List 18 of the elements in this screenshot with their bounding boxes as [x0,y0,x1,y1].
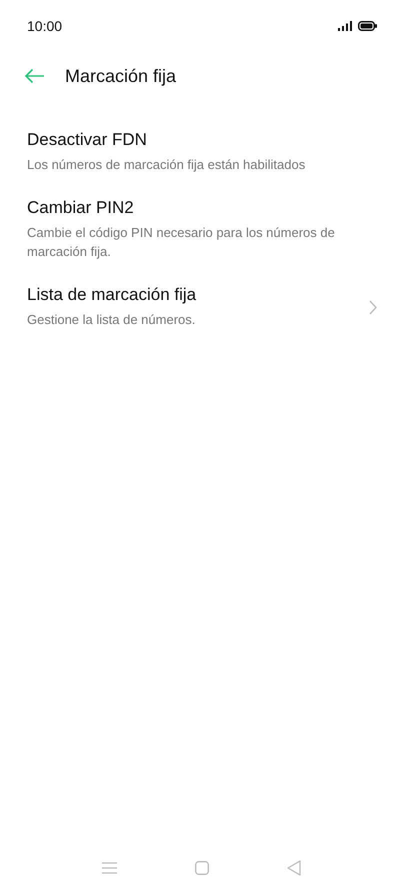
chevron-icon [369,300,377,314]
settings-item[interactable]: Cambiar PIN2 Cambie el código PIN necesario para los números de marcación fija. [0,186,403,273]
home-button[interactable] [195,861,209,875]
item-title: Cambiar PIN2 [27,198,135,218]
item-description: Cambie el código PIN necesario para los números de marcación fija. [27,224,336,261]
item-title: Lista de marcación fija [27,285,198,305]
settings-item[interactable]: Desactivar FDN Los números de marcación fija están habilitados [0,118,403,186]
signal-icon [338,21,352,31]
back-nav-button[interactable] [287,860,301,876]
item-title: Desactivar FDN [27,130,148,150]
menu-button[interactable] [102,862,117,874]
settings-item[interactable]: Lista de marcación fija Gestione la lista de números. [0,273,403,341]
battery-icon [358,21,377,31]
item-description: Gestione la lista de números. [27,311,196,329]
item-description: Los números de marcación fija están habilitados [27,156,306,174]
status-time: 10:00 [27,18,62,34]
page-title: Marcación fija [65,66,176,86]
back-button[interactable] [24,68,45,84]
